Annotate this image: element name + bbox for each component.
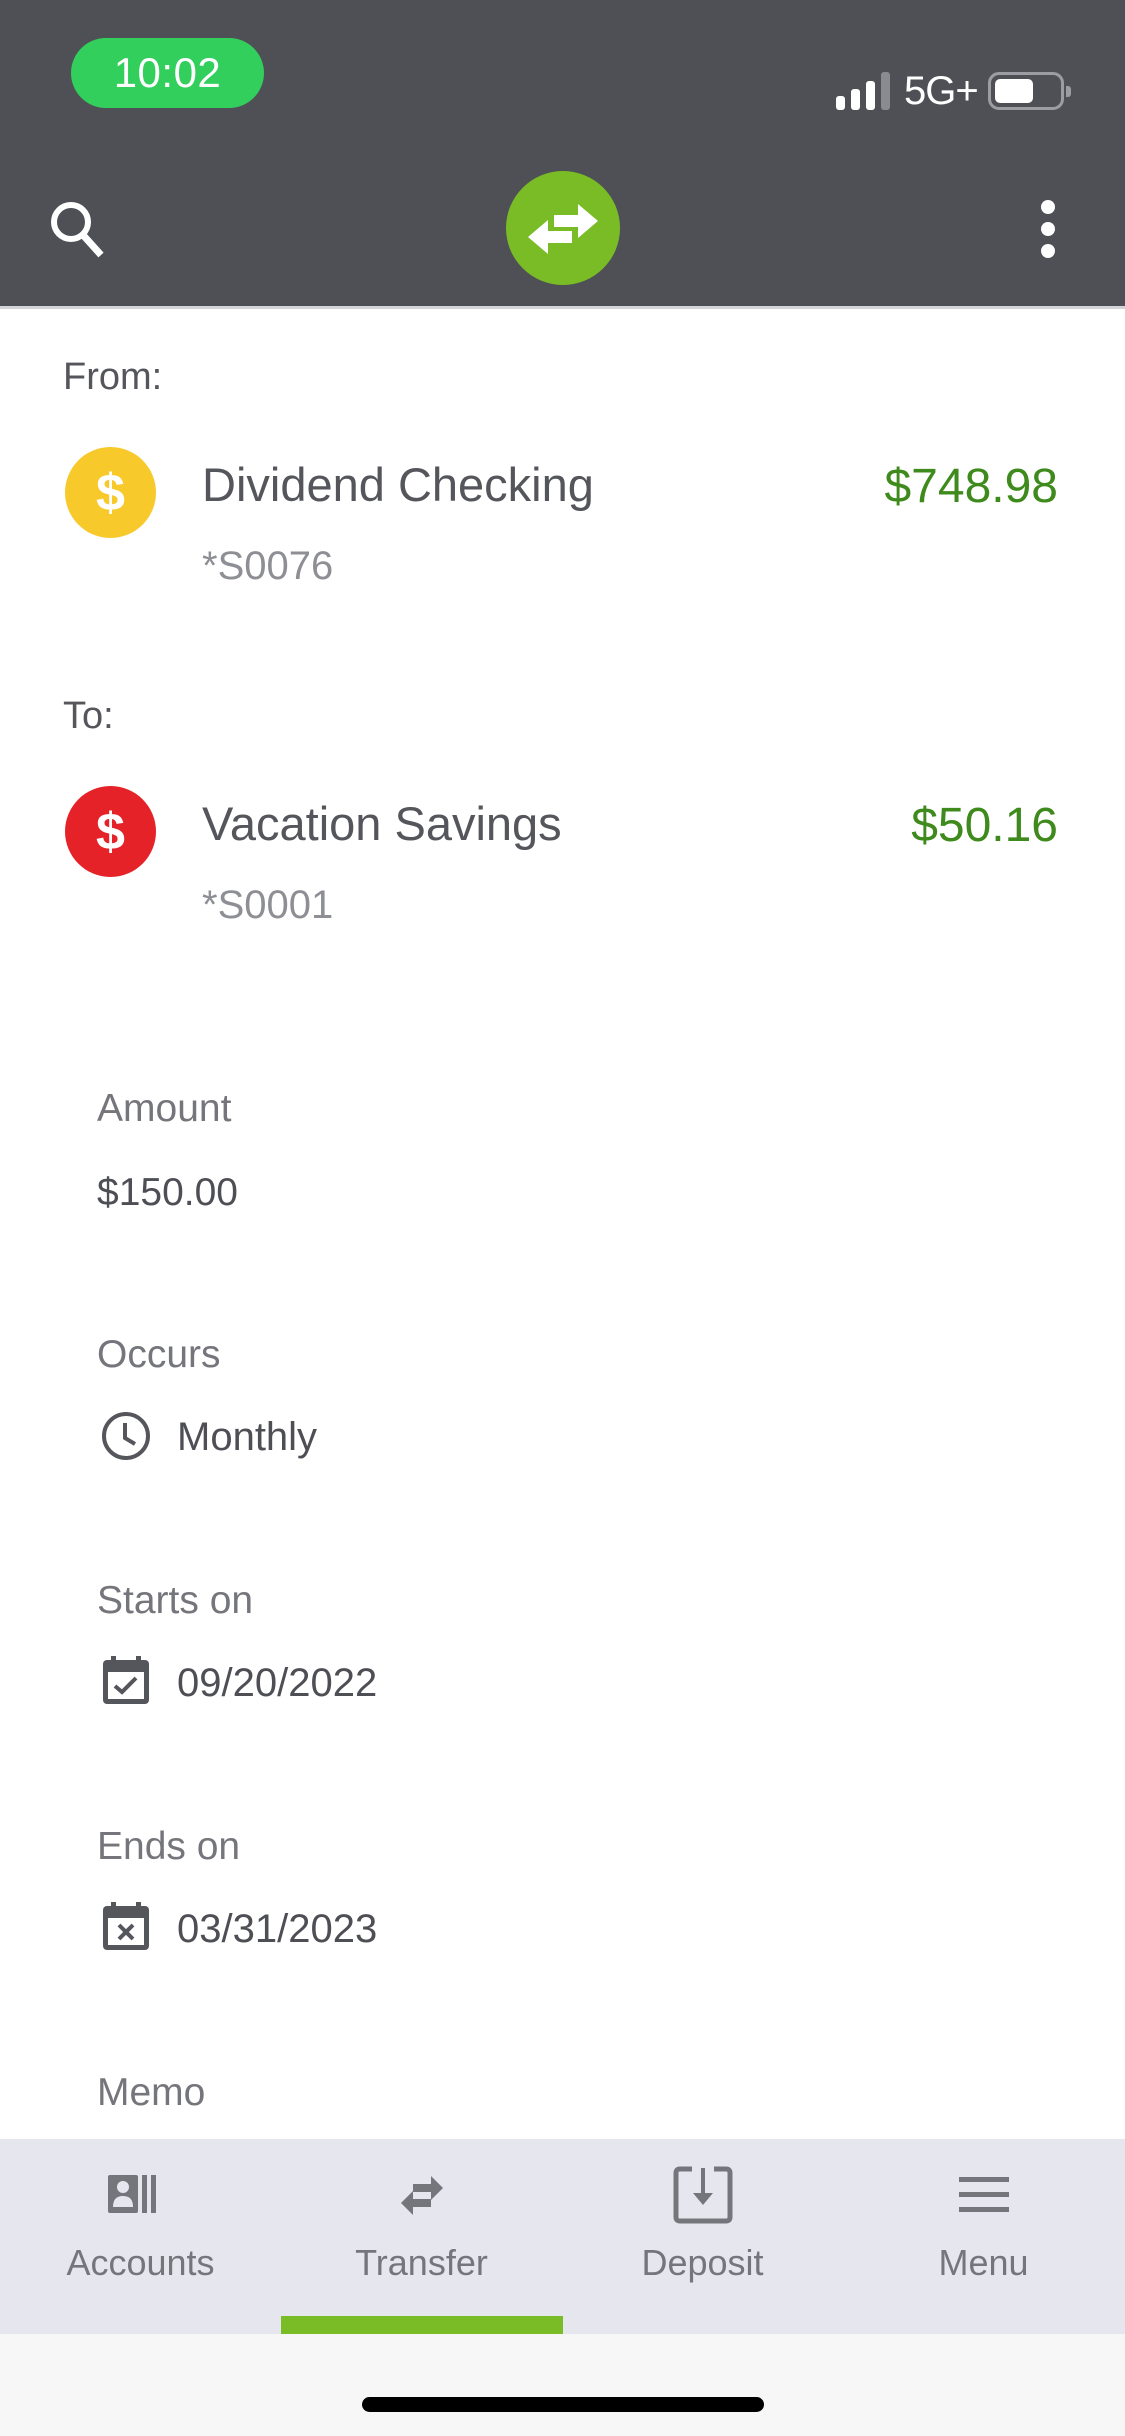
to-account-name: Vacation Savings <box>202 797 562 850</box>
amount-label: Amount <box>97 1087 232 1130</box>
transfer-screen: 10:02 5G+ From: $ Dividend Checking *S00… <box>0 0 1125 2436</box>
from-account-number: *S0076 <box>202 544 334 588</box>
from-account-badge: $ <box>65 447 156 538</box>
tab-transfer[interactable]: Transfer <box>281 2139 562 2334</box>
search-icon <box>51 202 104 258</box>
tab-menu-label: Menu <box>938 2242 1029 2283</box>
svg-text:$: $ <box>96 464 125 522</box>
deposit-icon <box>673 2166 732 2224</box>
occurs-label: Occurs <box>97 1333 221 1376</box>
signal-icon <box>836 72 898 110</box>
ends-on-label: Ends on <box>97 1825 241 1868</box>
amount-value[interactable]: $150.00 <box>97 1171 238 1215</box>
from-label: From: <box>63 356 163 398</box>
dollar-icon: $ <box>96 803 125 861</box>
from-account[interactable]: $ Dividend Checking *S0076 $748.98 <box>0 447 1125 597</box>
accounts-icon <box>107 2175 156 2213</box>
active-tab-indicator <box>281 2316 563 2334</box>
to-account-badge: $ <box>65 786 156 877</box>
calendar-check-icon <box>103 1656 149 1704</box>
to-account-number: *S0001 <box>202 883 334 927</box>
tab-accounts-label: Accounts <box>66 2242 215 2283</box>
to-account-balance: $50.16 <box>911 799 1058 852</box>
transfer-icon <box>400 2176 443 2215</box>
memo-label: Memo <box>97 2071 206 2114</box>
ends-on-value: 03/31/2023 <box>177 1907 378 1951</box>
status-indicators: 5G+ <box>836 66 1071 116</box>
tab-transfer-label: Transfer <box>355 2242 488 2283</box>
tab-deposit[interactable]: Deposit <box>562 2139 843 2334</box>
tab-deposit-label: Deposit <box>641 2242 764 2283</box>
top-bar: 10:02 5G+ <box>0 0 1125 306</box>
dollar-icon: $ <box>96 464 125 522</box>
battery-icon <box>987 72 1071 110</box>
calendar-x-icon <box>103 1902 149 1950</box>
more-options-button[interactable] <box>1030 196 1066 262</box>
status-time: 10:02 <box>71 38 264 108</box>
home-indicator-area <box>0 2334 1125 2436</box>
more-vertical-icon <box>1041 200 1055 258</box>
svg-text:$: $ <box>96 803 125 861</box>
transfer-arrows-icon <box>528 204 598 254</box>
tab-menu[interactable]: Menu <box>843 2139 1124 2334</box>
clock-icon <box>102 1412 150 1460</box>
starts-on-label: Starts on <box>97 1579 254 1622</box>
home-indicator[interactable] <box>362 2397 764 2412</box>
header-divider <box>0 306 1125 309</box>
menu-icon <box>958 2177 1009 2212</box>
transfer-logo <box>506 171 620 285</box>
occurs-value: Monthly <box>177 1415 318 1459</box>
from-account-name: Dividend Checking <box>202 458 594 511</box>
tab-accounts[interactable]: Accounts <box>0 2139 281 2334</box>
to-account[interactable]: $ Vacation Savings *S0001 $50.16 <box>0 786 1125 936</box>
bottom-tab-bar: Accounts Transfer Deposit Menu <box>0 2139 1125 2334</box>
starts-on-value: 09/20/2022 <box>177 1661 378 1705</box>
from-account-balance: $748.98 <box>884 460 1058 513</box>
search-button[interactable] <box>44 195 114 265</box>
network-type: 5G+ <box>904 68 979 113</box>
to-label: To: <box>63 695 114 737</box>
